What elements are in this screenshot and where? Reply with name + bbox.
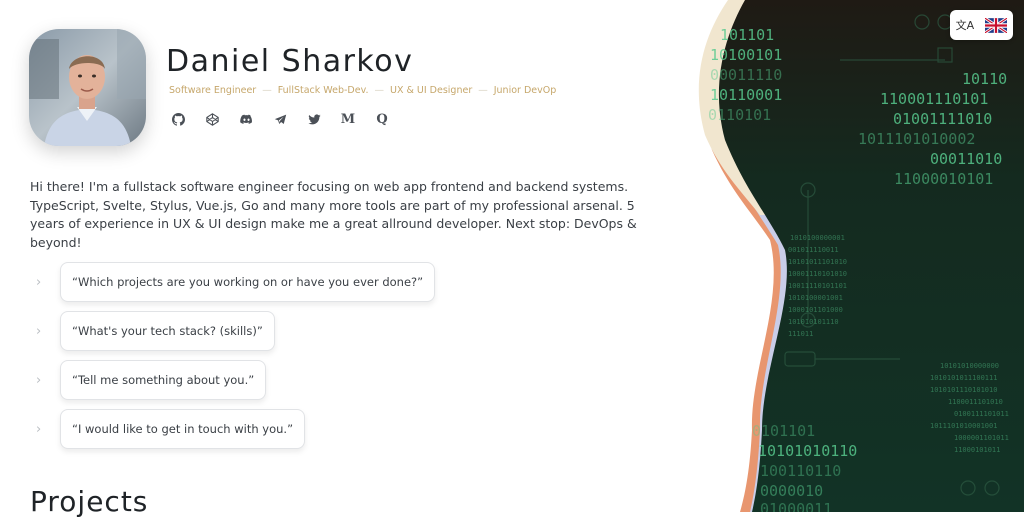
- svg-text:10100101: 10100101: [710, 46, 782, 64]
- role-list: Software Engineer — FullStack Web-Dev. —…: [169, 85, 556, 96]
- language-switcher[interactable]: 文A: [950, 10, 1013, 40]
- svg-text:1010101011100111: 1010101011100111: [930, 374, 997, 382]
- svg-text:10110001: 10110001: [710, 86, 782, 104]
- svg-text:10110: 10110: [962, 70, 1007, 88]
- svg-text:1010100000001: 1010100000001: [790, 234, 845, 242]
- telegram-icon[interactable]: [269, 111, 291, 127]
- question-contact-button[interactable]: “I would like to get in touch with you.”: [60, 409, 306, 449]
- svg-text:110001110101: 110001110101: [880, 90, 988, 108]
- svg-text:00011110: 00011110: [710, 66, 782, 84]
- svg-text:0110101: 0110101: [708, 106, 771, 124]
- svg-text:0000010: 0000010: [760, 482, 823, 500]
- discord-icon[interactable]: [235, 111, 257, 127]
- svg-text:10001110101010: 10001110101010: [788, 270, 847, 278]
- svg-text:1011101010002: 1011101010002: [858, 130, 975, 148]
- role-separator: —: [478, 85, 488, 96]
- chevron-right-icon: ›: [36, 323, 42, 339]
- github-icon[interactable]: [167, 111, 189, 127]
- question-projects-button[interactable]: “Which projects are you working on or ha…: [60, 262, 436, 302]
- svg-text:111011: 111011: [788, 330, 813, 338]
- svg-text:101101: 101101: [720, 26, 774, 44]
- svg-text:1000101101000: 1000101101000: [788, 306, 843, 314]
- codepen-icon[interactable]: [201, 111, 223, 127]
- svg-text:001011110011: 001011110011: [788, 246, 839, 254]
- svg-text:10101011101010: 10101011101010: [788, 258, 847, 266]
- uk-flag-icon: [985, 17, 1008, 33]
- svg-text:1010100001001: 1010100001001: [788, 294, 843, 302]
- avatar: [29, 29, 146, 146]
- profile-name: Daniel Sharkov: [166, 44, 414, 79]
- role-fullstack: FullStack Web-Dev.: [277, 85, 369, 96]
- svg-text:00011010: 00011010: [930, 150, 1002, 168]
- chevron-right-icon: ›: [36, 372, 42, 388]
- translate-icon: 文A: [955, 19, 975, 32]
- svg-text:01000011: 01000011: [760, 500, 832, 512]
- question-item: › “What's your tech stack? (skills)”: [36, 311, 275, 351]
- question-item: › “Tell me something about you.”: [36, 360, 267, 400]
- svg-text:10101010000000: 10101010000000: [940, 362, 999, 370]
- quora-icon[interactable]: Q: [371, 111, 393, 127]
- svg-text:0100111101011: 0100111101011: [954, 410, 1009, 418]
- svg-text:11000101011: 11000101011: [954, 446, 1000, 454]
- role-separator: —: [374, 85, 385, 96]
- svg-text:100110110: 100110110: [760, 462, 841, 480]
- decorative-binary-panel: 101101 10100101 00011110 10110001 011010…: [698, 0, 1024, 512]
- svg-text:10101010110: 10101010110: [758, 442, 857, 460]
- svg-text:0101101: 0101101: [752, 422, 815, 440]
- role-junior-devop: Junior DevOp: [493, 85, 557, 96]
- question-about-button[interactable]: “Tell me something about you.”: [60, 360, 267, 400]
- intro-paragraph: Hi there! I'm a fullstack software engin…: [30, 179, 637, 250]
- social-links: M Q: [167, 111, 393, 127]
- twitter-icon[interactable]: [303, 111, 325, 127]
- question-tech-stack-button[interactable]: “What's your tech stack? (skills)”: [60, 311, 275, 351]
- svg-text:1011101010001001: 1011101010001001: [930, 422, 997, 430]
- svg-text:1100011101010: 1100011101010: [948, 398, 1003, 406]
- projects-heading: Projects: [30, 485, 149, 518]
- question-item: › “I would like to get in touch with you…: [36, 409, 306, 449]
- medium-icon[interactable]: M: [337, 111, 359, 127]
- svg-text:101010101110: 101010101110: [788, 318, 839, 326]
- svg-text:11000010101: 11000010101: [894, 170, 993, 188]
- svg-text:1010101110101010: 1010101110101010: [930, 386, 997, 394]
- role-separator: —: [262, 85, 272, 96]
- svg-text:1000001101011: 1000001101011: [954, 434, 1009, 442]
- role-software-engineer: Software Engineer: [169, 85, 257, 96]
- role-ux-ui-designer: UX & UI Designer: [390, 85, 473, 96]
- chevron-right-icon: ›: [36, 421, 42, 437]
- question-item: › “Which projects are you working on or …: [36, 262, 436, 302]
- chevron-right-icon: ›: [36, 274, 42, 290]
- svg-text:10011110101101: 10011110101101: [788, 282, 847, 290]
- svg-text:01001111010: 01001111010: [893, 110, 992, 128]
